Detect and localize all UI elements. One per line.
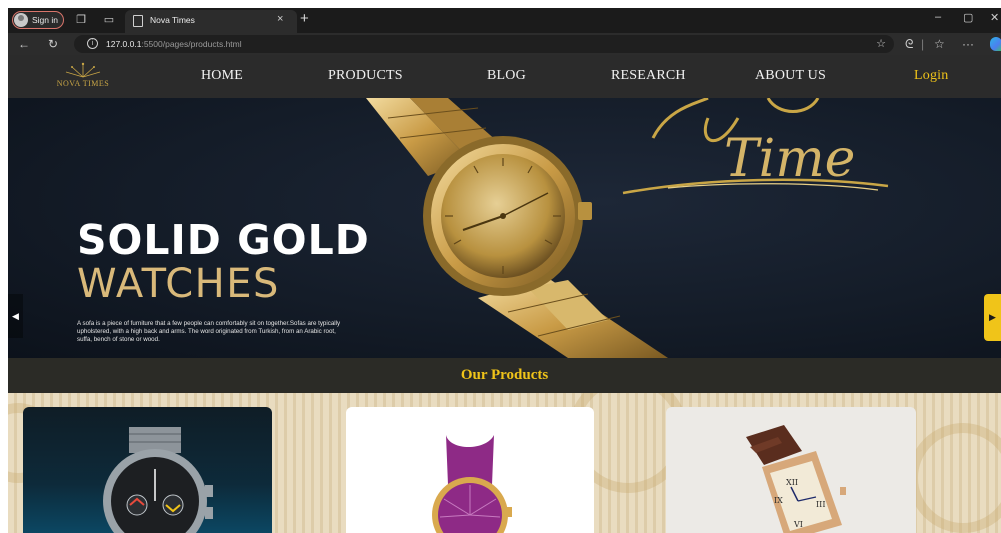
address-bar-row: ← ↻ i 127.0.0.1:5500/pages/products.html…: [8, 33, 1001, 55]
background-ornament: [908, 423, 1001, 533]
copilot-icon[interactable]: ᘓ: [905, 36, 913, 52]
close-window-icon[interactable]: ✕: [990, 11, 999, 24]
slider-prev-button[interactable]: ◀: [8, 294, 23, 338]
favorite-star-icon[interactable]: ☆: [876, 37, 886, 50]
svg-text:IX: IX: [774, 496, 783, 505]
tab-close-icon[interactable]: ×: [277, 13, 283, 25]
logo-text: NOVA TIMES: [56, 79, 110, 88]
svg-text:XII: XII: [786, 478, 798, 487]
more-menu-icon[interactable]: ···: [962, 36, 974, 52]
tab-nova-times[interactable]: Nova Times ×: [125, 10, 297, 33]
page-document-icon: [133, 15, 143, 27]
new-tab-button[interactable]: +: [300, 10, 309, 27]
sign-in-button[interactable]: Sign in: [12, 11, 64, 29]
hero-description: A sofa is a piece of furniture that a fe…: [77, 320, 341, 343]
nav-research[interactable]: RESEARCH: [611, 68, 686, 84]
product-card[interactable]: XII III VI IX: [666, 407, 916, 533]
hero-title: SOLID GOLD: [77, 216, 370, 264]
tab-strip: Sign in ❐ ▭ Nova Times × + – ▢ ✕: [8, 8, 1001, 33]
tab-actions-icon[interactable]: ▭: [102, 13, 116, 27]
browser-window: Sign in ❐ ▭ Nova Times × + – ▢ ✕ ← ↻ i 1…: [8, 8, 1001, 533]
products-section: XII III VI IX: [8, 393, 1001, 533]
toolbar-divider: |: [921, 37, 925, 51]
products-heading: Our Products: [460, 367, 549, 383]
product-image-chronograph: [103, 427, 213, 533]
svg-text:VI: VI: [793, 520, 803, 529]
favorites-list-icon[interactable]: ☆: [934, 36, 945, 52]
maximize-icon[interactable]: ▢: [963, 11, 973, 24]
crown-sparkle-icon: [65, 62, 101, 78]
nav-login[interactable]: Login: [914, 68, 948, 84]
nav-home[interactable]: HOME: [201, 68, 243, 84]
svg-text:III: III: [816, 500, 825, 509]
product-card[interactable]: [23, 407, 272, 533]
back-arrow-icon[interactable]: ←: [18, 36, 30, 52]
url-host: 127.0.0.1: [106, 39, 142, 49]
slider-next-button[interactable]: ▶: [984, 294, 1001, 341]
product-card[interactable]: [346, 407, 594, 533]
nav-blog[interactable]: BLOG: [487, 68, 526, 84]
site-logo[interactable]: NOVA TIMES: [48, 61, 118, 93]
sign-in-label: Sign in: [32, 15, 58, 25]
avatar-icon: [14, 13, 28, 27]
minimize-icon[interactable]: –: [935, 11, 941, 23]
edge-logo-icon[interactable]: [990, 37, 1001, 51]
watch-crown: [578, 202, 592, 220]
hero-subtitle: WATCHES: [77, 261, 280, 307]
refresh-icon[interactable]: ↻: [48, 36, 58, 52]
nav-products[interactable]: PRODUCTS: [328, 68, 403, 84]
products-header: Our Products: [8, 358, 1001, 393]
product-image-purple-watch: [432, 435, 512, 533]
site-info-icon[interactable]: i: [87, 38, 98, 49]
hero-slider: Time SOLID GOLD WATCHES A sofa is a piec…: [8, 98, 1001, 358]
nav-about-us[interactable]: ABOUT US: [755, 68, 826, 84]
hero-script-text: Time: [724, 129, 855, 189]
site-navbar: NOVA TIMES HOME PRODUCTS BLOG RESEARCH A…: [8, 55, 1001, 98]
tab-title: Nova Times: [150, 15, 195, 25]
url-path: :5500/pages/products.html: [141, 39, 242, 49]
address-bar[interactable]: i 127.0.0.1:5500/pages/products.html ☆: [74, 35, 894, 53]
workspaces-icon[interactable]: ❐: [74, 13, 88, 27]
url-text: 127.0.0.1:5500/pages/products.html: [106, 39, 242, 49]
product-image-rectangular-watch: XII III VI IX: [746, 425, 846, 533]
